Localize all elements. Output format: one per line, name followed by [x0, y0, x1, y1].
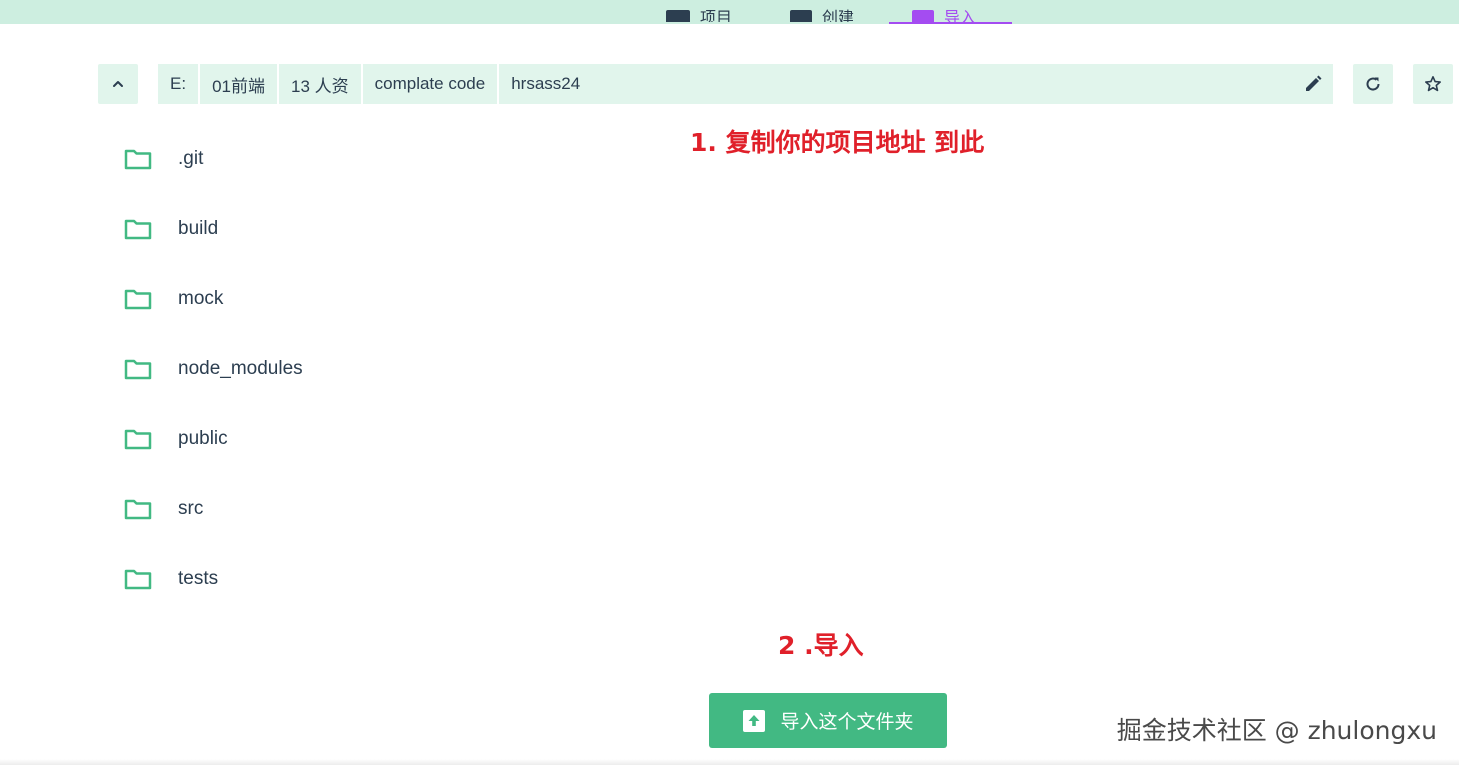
pencil-icon — [1306, 75, 1322, 91]
upload-box-icon — [743, 709, 766, 732]
tab-import-label: 导入 — [944, 10, 977, 22]
import-folder-button[interactable]: 导入这个文件夹 — [709, 693, 947, 748]
breadcrumb-current[interactable]: hrsass24 — [499, 64, 592, 104]
tab-create-label: 创建 — [822, 10, 855, 22]
breadcrumb-drive[interactable]: E: — [158, 64, 201, 104]
folder-name: .git — [178, 148, 204, 169]
folder-icon — [110, 568, 166, 590]
favorite-button[interactable] — [1413, 64, 1453, 104]
folder-icon — [110, 288, 166, 310]
chevron-up-icon — [113, 81, 123, 87]
active-tab-indicator — [889, 22, 1012, 24]
breadcrumb-segment[interactable]: 01前端 — [200, 64, 279, 104]
refresh-icon — [1366, 77, 1380, 91]
folder-item[interactable]: tests — [110, 544, 610, 614]
path-bar-spacer[interactable] — [592, 64, 1293, 104]
top-nav-bar: 项目 创建 导入 — [0, 0, 1459, 24]
star-icon — [1425, 76, 1441, 92]
parent-folder-button[interactable] — [98, 64, 138, 104]
breadcrumb-segment[interactable]: 13 人资 — [279, 64, 363, 104]
folder-icon — [110, 148, 166, 170]
folder-name: node_modules — [178, 358, 303, 379]
folder-item[interactable]: build — [110, 194, 610, 264]
watermark: 掘金技术社区 @ zhulongxu — [1116, 716, 1437, 745]
tab-projects-label: 项目 — [700, 10, 733, 22]
refresh-button[interactable] — [1353, 64, 1393, 104]
folder-item[interactable]: .git — [110, 124, 610, 194]
import-folder-button-label: 导入这个文件夹 — [780, 712, 914, 733]
folder-item[interactable]: node_modules — [110, 334, 610, 404]
folder-icon — [110, 358, 166, 380]
folder-list: .git build mock node_modules public src — [110, 124, 610, 614]
folder-name: public — [178, 428, 228, 449]
edit-path-button[interactable] — [1293, 64, 1333, 104]
folder-item[interactable]: public — [110, 404, 610, 474]
annotation-step2: 2 .导入 — [778, 631, 864, 660]
import-icon — [912, 10, 934, 22]
folder-name: build — [178, 218, 219, 239]
folder-name: tests — [178, 568, 219, 589]
folder-item[interactable]: mock — [110, 264, 610, 334]
tab-import[interactable]: 导入 — [912, 0, 976, 22]
tab-create[interactable]: 创建 — [790, 0, 854, 22]
breadcrumb-segment[interactable]: complate code — [363, 64, 500, 104]
list-icon — [666, 10, 690, 22]
plus-box-icon — [790, 10, 812, 22]
folder-icon — [110, 498, 166, 520]
folder-item[interactable]: src — [110, 474, 610, 544]
folder-icon — [110, 218, 166, 240]
annotation-step1: 1. 复制你的项目地址 到此 — [690, 128, 985, 157]
bottom-shadow — [0, 759, 1459, 765]
tab-projects[interactable]: 项目 — [666, 0, 732, 22]
folder-icon — [110, 428, 166, 450]
folder-name: mock — [178, 288, 224, 309]
path-bar: E: 01前端 13 人资 complate code hrsass24 — [158, 64, 1333, 104]
folder-name: src — [178, 498, 204, 519]
